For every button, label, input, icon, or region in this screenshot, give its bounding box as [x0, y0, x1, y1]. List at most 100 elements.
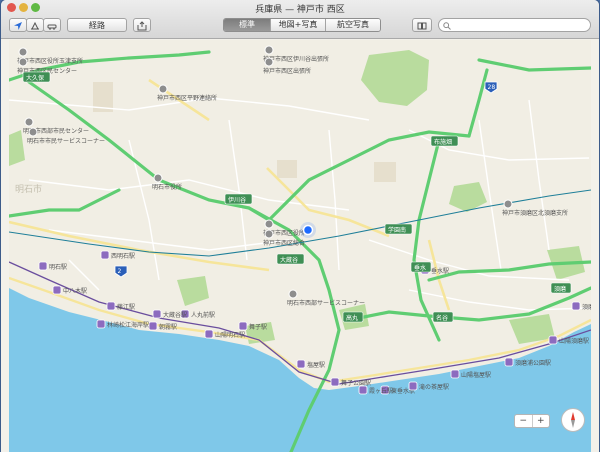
directions-button[interactable]: 経路: [67, 18, 127, 32]
route-shield: 28: [484, 81, 498, 94]
facility-label: 神戸市西区平野連絡所: [157, 94, 217, 102]
station-label: 林崎松江海岸駅: [107, 321, 149, 329]
station-marker[interactable]: 藤江駅: [106, 301, 135, 311]
park: [177, 276, 209, 306]
svg-text:布施畑: 布施畑: [434, 138, 452, 146]
station-marker[interactable]: 西明石駅: [100, 250, 135, 260]
svg-text:28: 28: [488, 84, 496, 91]
station-marker[interactable]: 山陽塩屋駅: [450, 369, 491, 379]
traffic-button[interactable]: [43, 18, 61, 32]
svg-text:学園南: 学園南: [388, 226, 406, 234]
book-icon: [417, 22, 427, 30]
facility-label: 神戸市西区総合: [263, 239, 305, 247]
station-marker[interactable]: 須磨駅: [571, 301, 591, 311]
station-label: 舞子駅: [249, 323, 267, 331]
station-marker[interactable]: 中八木駅: [52, 285, 87, 295]
location-arrow-icon: [14, 22, 22, 30]
station-marker[interactable]: 山陽須磨駅: [548, 335, 589, 345]
facility-label: 明石市役所: [152, 183, 182, 191]
zoom-in-button[interactable]: +: [533, 415, 550, 427]
3d-view-icon: [31, 21, 39, 30]
facility-marker[interactable]: 神戸市西区平野連絡所: [157, 84, 217, 102]
station-label: 山陽須磨駅: [559, 337, 589, 345]
station-label: 垂水駅: [431, 267, 449, 275]
facility-label: 明石市市民サービスコーナー: [27, 137, 105, 145]
station-marker[interactable]: 大蔵谷駅: [152, 309, 187, 319]
station-label: 滝の茶屋駅: [419, 383, 449, 391]
station-label: 西明石駅: [111, 253, 135, 260]
station-marker[interactable]: 林崎松江海岸駅: [96, 319, 149, 329]
station-label: 須磨駅: [582, 303, 591, 311]
search-input[interactable]: [438, 18, 591, 32]
facility-label: 明石市西部サービスコーナー: [287, 299, 365, 307]
station-marker[interactable]: 霞ヶ丘駅: [358, 385, 393, 395]
car-icon: [47, 24, 57, 30]
compass-button[interactable]: [561, 408, 585, 432]
station-label: 大蔵谷駅: [163, 311, 187, 319]
share-button[interactable]: [133, 18, 151, 32]
facility-label: 神戸市西区出張所: [263, 67, 311, 75]
current-location-dot[interactable]: [302, 224, 314, 236]
tab-hybrid[interactable]: 地図+写真: [271, 19, 326, 31]
interchange-shield: 大久保: [22, 71, 51, 83]
svg-text:高丸: 高丸: [346, 314, 358, 322]
svg-text:伊川谷: 伊川谷: [228, 196, 246, 204]
facility-marker[interactable]: 明石市西部サービスコーナー: [287, 289, 365, 307]
station-marker[interactable]: 山陽明石駅: [204, 329, 245, 339]
svg-text:大蔵谷: 大蔵谷: [280, 256, 298, 264]
interchange-shield: 大蔵谷: [276, 253, 305, 265]
svg-text:大久保: 大久保: [26, 74, 44, 82]
station-label: 中八木駅: [63, 287, 87, 295]
bookmarks-button[interactable]: [412, 18, 432, 32]
map-canvas[interactable]: 明石市 神戸市西区役所玉津支所 神戸市西区民センター 神戸市西区伊川谷出張所 神戸市西区…: [9, 40, 591, 452]
location-button[interactable]: [9, 18, 27, 32]
tab-satellite[interactable]: 航空写真: [326, 19, 380, 31]
svg-text:名谷: 名谷: [436, 314, 448, 322]
city-label: 明石市: [15, 183, 42, 195]
station-label: 須磨浦公園駅: [515, 359, 551, 367]
interchange-shield: 高丸: [342, 311, 364, 323]
route-shield: 2: [114, 265, 128, 278]
station-label: 舞子公園駅: [341, 379, 371, 387]
station-label: 塩屋駅: [307, 361, 325, 369]
station-label: 山陽明石駅: [215, 331, 245, 339]
search-icon: [443, 22, 451, 30]
title-bar: 兵庫県 — 神戸市 西区 経路 標準 地図+写真 航空写真: [1, 0, 599, 39]
zoom-out-button[interactable]: −: [515, 415, 533, 427]
svg-text:2: 2: [118, 268, 122, 275]
station-label: 霞ヶ丘駅: [369, 388, 393, 395]
interchange-shield: 布施畑: [430, 135, 459, 147]
station-marker[interactable]: 朝霧駅: [148, 321, 177, 331]
station-label: 人丸前駅: [191, 311, 215, 319]
interchange-shield: 須磨: [550, 282, 572, 294]
station-label: 山陽塩屋駅: [461, 371, 491, 379]
interchange-shield: 垂水: [410, 261, 432, 273]
svg-text:須磨: 須磨: [554, 285, 566, 293]
interchange-shield: 伊川谷: [224, 193, 253, 205]
station-label: 藤江駅: [117, 303, 135, 311]
facility-label: 神戸市須磨区北須磨支所: [502, 209, 568, 217]
urban-area: [277, 160, 297, 178]
station-marker[interactable]: 塩屋駅: [296, 359, 325, 369]
map-type-segmented-control: 標準 地図+写真 航空写真: [223, 18, 381, 32]
compass-icon: [571, 412, 575, 428]
station-marker[interactable]: 舞子駅: [238, 321, 267, 331]
park: [361, 50, 429, 106]
tab-standard[interactable]: 標準: [224, 19, 271, 31]
urban-area: [374, 162, 396, 182]
interchange-shield: 学園南: [384, 223, 413, 235]
station-label: 明石駅: [49, 264, 67, 271]
svg-text:垂水: 垂水: [414, 264, 426, 272]
maps-window: 兵庫県 — 神戸市 西区 経路 標準 地図+写真 航空写真 明石市 神戸市西区役…: [1, 0, 599, 452]
window-title: 兵庫県 — 神戸市 西区: [255, 5, 345, 15]
park: [9, 130, 25, 166]
station-marker[interactable]: 明石駅: [38, 261, 67, 271]
zoom-control: − +: [514, 414, 550, 428]
facility-marker[interactable]: 神戸市須磨区北須磨支所: [502, 199, 568, 217]
map-graphics: 明石市神戸市西区役所玉津支所神戸市西区民センター神戸市西区伊川谷出張所神戸市西区…: [9, 45, 591, 452]
3d-view-button[interactable]: [26, 18, 44, 32]
station-marker[interactable]: 須磨浦公園駅: [504, 357, 551, 367]
interchange-shield: 名谷: [432, 311, 454, 323]
station-marker[interactable]: 滝の茶屋駅: [408, 381, 449, 391]
station-label: 朝霧駅: [159, 323, 177, 331]
